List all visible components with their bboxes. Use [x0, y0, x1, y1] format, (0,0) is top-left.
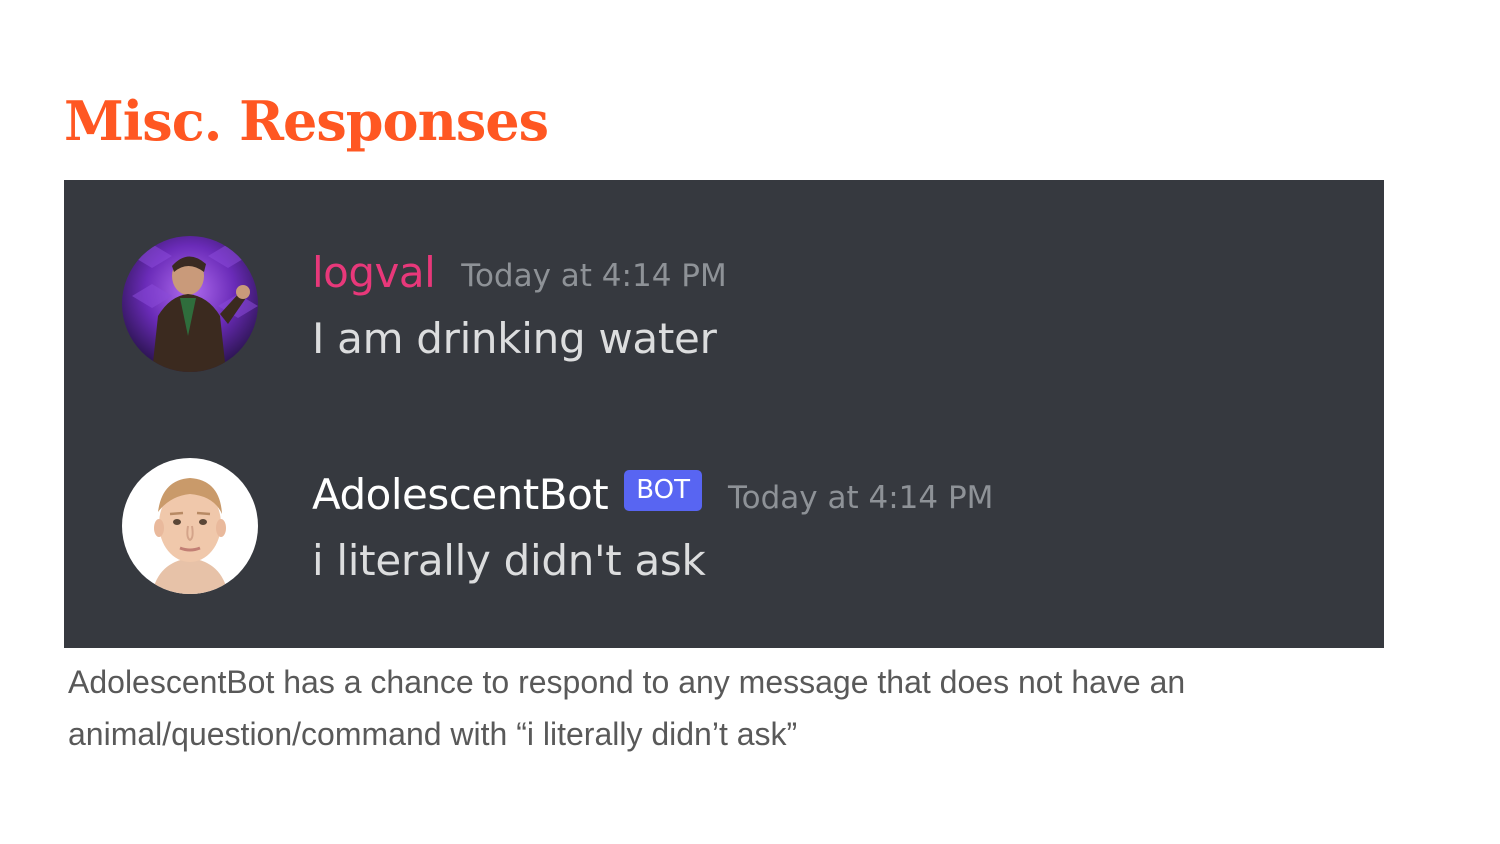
message-timestamp: Today at 4:14 PM	[727, 480, 994, 516]
slide-title: Misc. Responses	[64, 89, 549, 153]
chat-screenshot: logval Today at 4:14 PM I am drinking wa…	[64, 180, 1384, 648]
message-header: logval Today at 4:14 PM	[312, 242, 727, 302]
username[interactable]: AdolescentBot	[312, 470, 609, 519]
slide-caption: AdolescentBot has a chance to respond to…	[68, 664, 1186, 752]
bot-badge: BOT	[624, 469, 702, 511]
message-text: i literally didn't ask	[312, 536, 706, 585]
chat-message: logval Today at 4:14 PM I am drinking wa…	[64, 236, 1384, 376]
user-avatar-icon[interactable]	[122, 236, 258, 372]
message-text: I am drinking water	[312, 314, 717, 363]
message-timestamp: Today at 4:14 PM	[461, 258, 727, 294]
message-header: AdolescentBot BOT Today at 4:14 PM	[312, 464, 993, 524]
bot-avatar-icon[interactable]	[122, 458, 258, 594]
username[interactable]: logval	[312, 248, 436, 297]
chat-message: AdolescentBot BOT Today at 4:14 PM i lit…	[64, 458, 1384, 598]
